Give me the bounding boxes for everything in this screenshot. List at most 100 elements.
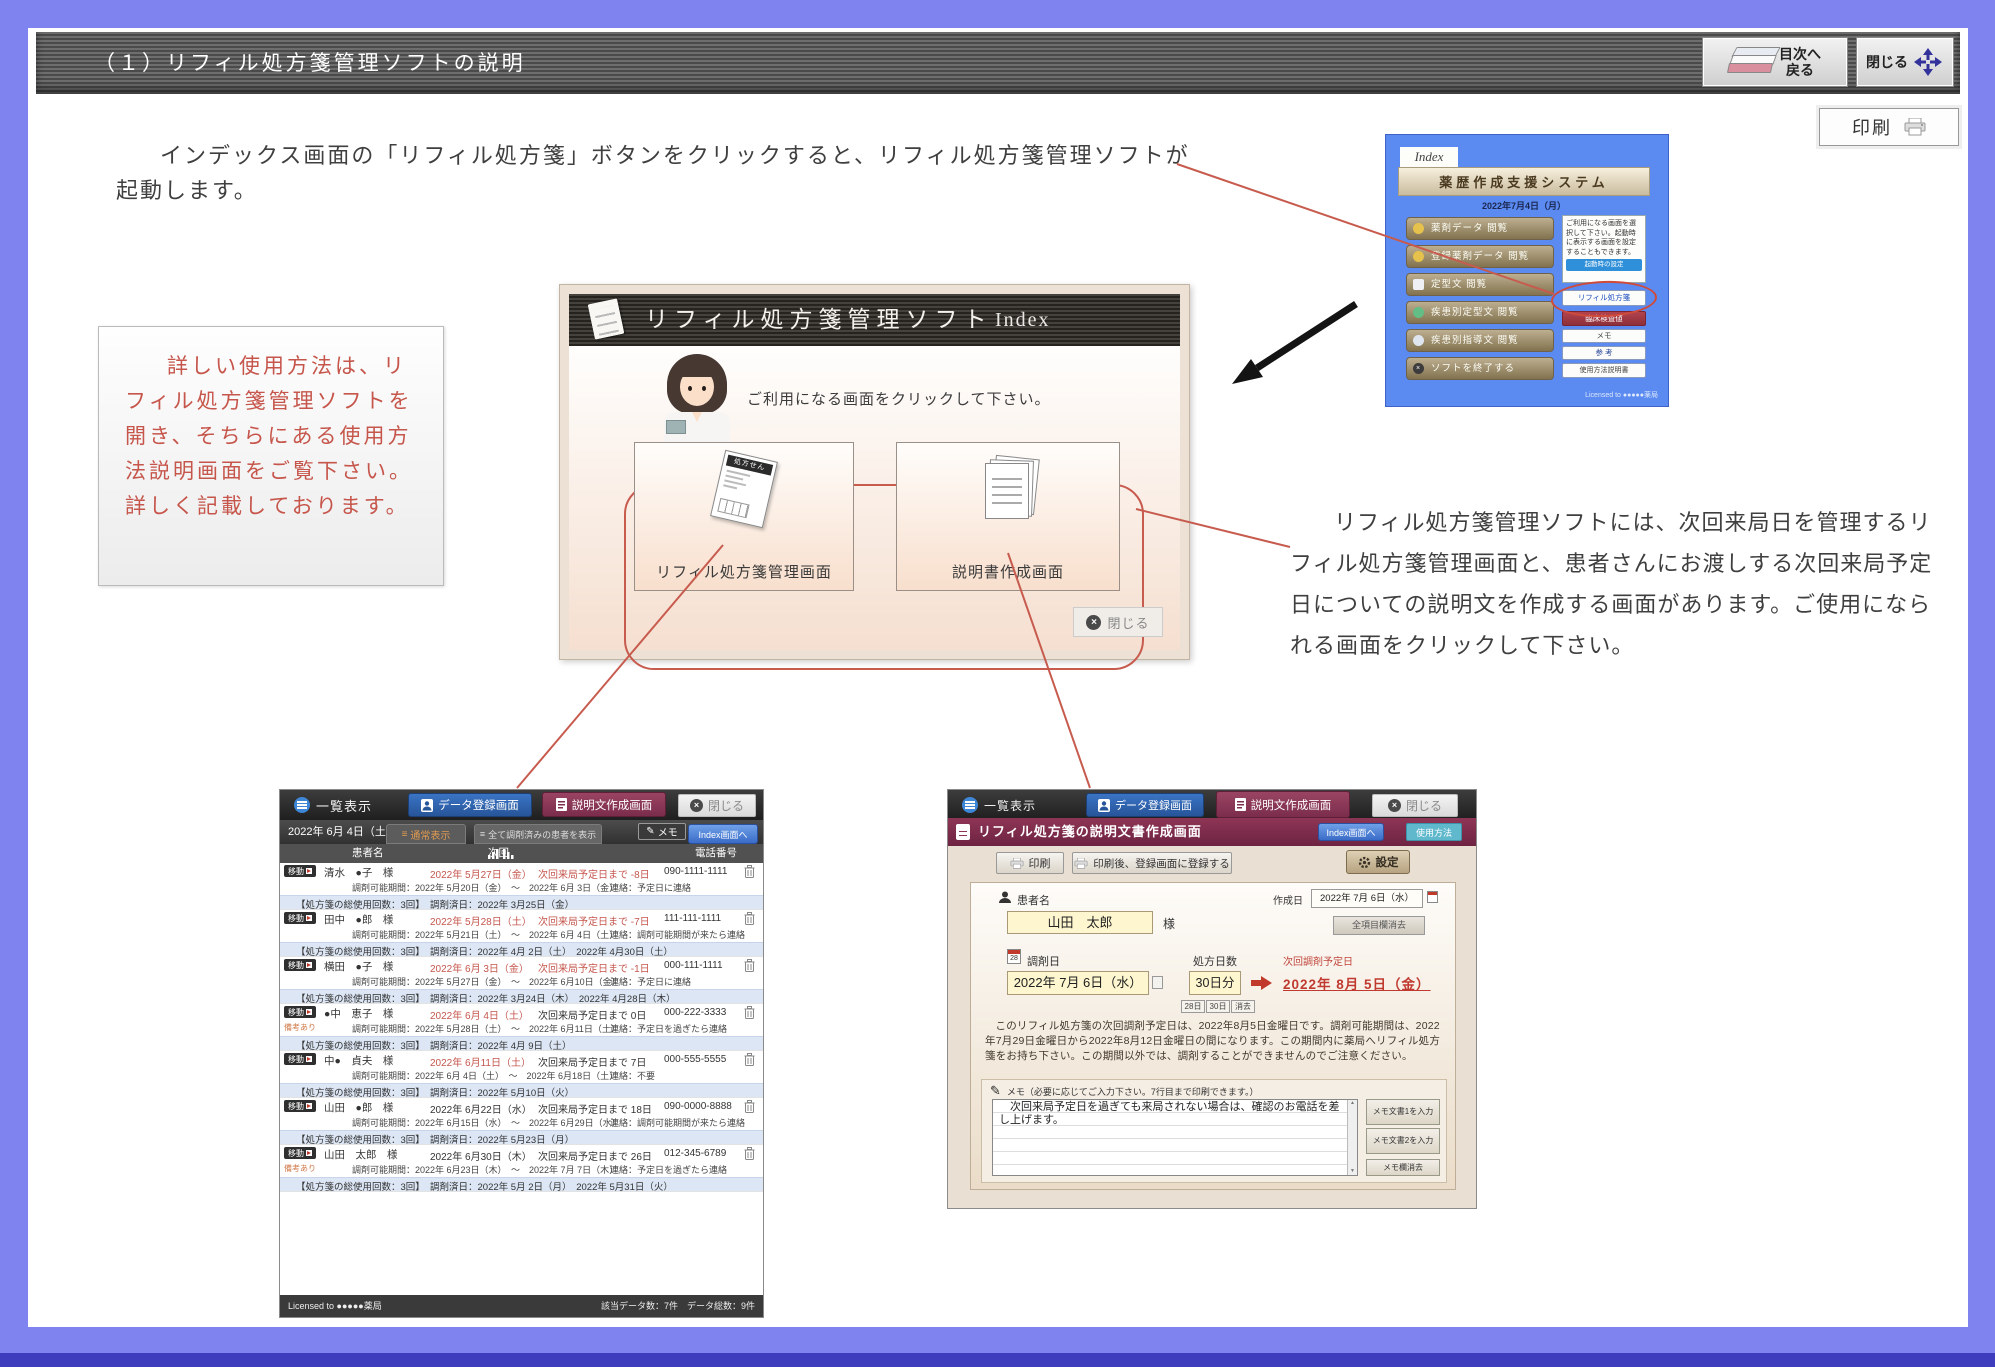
created-date-label: 作成日 [1273, 892, 1303, 907]
tab-list-view[interactable]: 一覧表示 [294, 790, 372, 820]
window-close-label: 閉じる [1107, 613, 1149, 632]
list-memo-button[interactable]: ✎メモ [638, 823, 686, 840]
scroll-down-icon[interactable]: ▼ [1348, 1168, 1357, 1175]
mini-labs-button[interactable]: 臨床検査値 [1562, 311, 1646, 326]
move-button[interactable]: 移動 [284, 912, 316, 924]
startup-settings-button[interactable]: 起動時の設定 [1566, 259, 1642, 271]
memo-doc1-button[interactable]: メモ文書1を入力 [1366, 1099, 1440, 1125]
move-button[interactable]: 移動 [284, 865, 316, 877]
menu-disease-guidance[interactable]: 疾患別指導文 閲覧 [1406, 329, 1554, 352]
dispense-period: 調剤可能期間：2022年 5月20日（金） ～ 2022年 6月 3日（金） [352, 881, 618, 894]
move-button[interactable]: 移動 [284, 1053, 316, 1065]
refill-manage-screen-label: リフィル処方箋管理画面 [635, 561, 853, 582]
phone-number: 000-111-1111 [664, 960, 723, 971]
days-until-visit: 次回来局予定日まで -7日 [538, 913, 650, 928]
days-until-visit: 次回来局予定日まで -1日 [538, 960, 650, 975]
days-until-visit: 次回来局予定日まで 0日 [538, 1007, 646, 1022]
created-date-field[interactable]: 2022年 7月 6日（水） [1311, 889, 1423, 908]
refill-window-index-label: Index [995, 294, 1051, 346]
menu-disease-phrases[interactable]: 疾患別定型文 閲覧 [1406, 301, 1554, 324]
days-until-visit: 次回来局予定日まで 26日 [538, 1148, 652, 1163]
next-dispense-value[interactable]: 2022年 8月 5日（金） [1283, 973, 1431, 993]
tab-data-register[interactable]: データ登録画面 [1086, 793, 1204, 817]
move-arrow-icon [306, 1103, 312, 1109]
tab-doc-create-active[interactable]: 説明文作成画面 [1216, 791, 1350, 818]
memo-doc2-button[interactable]: メモ文書2を入力 [1366, 1128, 1440, 1154]
days-until-visit: 次回来局予定日まで 18日 [538, 1101, 652, 1116]
header-close-button[interactable]: 閉じる [1856, 37, 1954, 87]
docgen-form-panel: 患者名 山田 太郎 様 作成日 2022年 7月 6日（水） 全項目欄消去 28… [970, 882, 1456, 1190]
docgen-usage-button[interactable]: 使用方法 [1406, 823, 1462, 841]
doc-icon [1413, 279, 1424, 290]
menu-fixed-phrases[interactable]: 定型文 閲覧 [1406, 273, 1554, 296]
window-close-button[interactable]: × 閉じる [1073, 607, 1163, 637]
dispense-date-field[interactable]: 2022年 7月 6日（水） [1007, 971, 1149, 995]
dispensed-dates: 調剤済日：2022年 4月 9日（土） [430, 1038, 571, 1052]
quick-clear-button[interactable]: 消去 [1231, 1000, 1255, 1013]
move-button[interactable]: 移動 [284, 1147, 316, 1159]
date-picker-icon[interactable] [1152, 976, 1163, 989]
pencil-icon: ✎ [646, 826, 654, 837]
view-normal-tab[interactable]: ≡通常表示 [386, 824, 466, 844]
tab-doc-create[interactable]: 説明文作成画面 [542, 792, 666, 817]
docgen-close-button[interactable]: × 閉じる [1372, 794, 1458, 817]
docgen-print-register-button[interactable]: 印刷後、登録画面に登録する [1072, 852, 1232, 874]
menu-exit-software[interactable]: ×ソフトを終了する [1406, 357, 1554, 380]
usage-note-box: 詳しい使用方法は、リフィル処方箋管理ソフトを開き、そちらにある使用方法説明画面を… [98, 326, 444, 586]
header-bar: （１）リフィル処方箋管理ソフトの説明 目次へ戻る 閉じる [36, 32, 1960, 94]
usage-count: 【処方箋の総使用回数：3回】 [296, 1085, 425, 1099]
patient-row: 移動 備考あり 田中 ●郎 様 2022年 5月28日（土） 次回来局予定日まで… [280, 910, 763, 957]
dispensed-dates: 調剤済日：2022年 4月 2日（土） 2022年 4月30日（土） [430, 944, 673, 958]
mini-usage-button[interactable]: 使用方法説明書 [1562, 363, 1646, 378]
gear-icon [1358, 856, 1371, 869]
doc-create-screen-label: 説明書作成画面 [897, 561, 1119, 582]
quick-28-button[interactable]: 28日 [1181, 1000, 1205, 1013]
patient-name: 中● 貞夫 様 [324, 1053, 393, 1068]
mini-refill-button[interactable]: リフィル処方箋 [1562, 290, 1646, 306]
menu-lines-icon: ≡ [402, 829, 408, 840]
phone-number: 111-111-1111 [664, 913, 721, 924]
dispensed-dates: 調剤済日：2022年 3月24日（木） 2022年 4月28日（木） [430, 991, 676, 1005]
next-dispense-date: 2022年 6月11日（土） [430, 1054, 531, 1069]
scroll-up-icon[interactable]: ▲ [1350, 1100, 1355, 1106]
print-button[interactable]: 印刷 [1819, 108, 1959, 146]
calendar-icon[interactable] [1427, 891, 1438, 903]
papers-icon [985, 457, 1037, 521]
memo-textarea[interactable]: 次回来局予定日を過ぎても来局されない場合は、確認のお電話を差し上げます。 ▲ ▼ [992, 1099, 1358, 1176]
patient-name: 山田 太郎 様 [324, 1147, 398, 1162]
mini-index-tab: Index [1400, 147, 1458, 167]
patient-name-field[interactable]: 山田 太郎 [1007, 911, 1153, 934]
refill-manage-screen-button[interactable]: 処方せん リフィル処方箋管理画面 [634, 442, 854, 591]
red-arrow-icon [1251, 976, 1273, 990]
view-all-dispensed-tab[interactable]: ≡全て調剤済みの患者を表示 [474, 824, 602, 844]
days-label: 処方日数 [1193, 953, 1237, 969]
usage-count: 【処方箋の総使用回数：3回】 [296, 1132, 425, 1146]
menu-drug-data[interactable]: 薬剤データ 閲覧 [1406, 217, 1554, 240]
move-button[interactable]: 移動 [284, 959, 316, 971]
docgen-print-button[interactable]: 印刷 [996, 852, 1064, 874]
quick-30-button[interactable]: 30日 [1206, 1000, 1230, 1013]
mini-reference-button[interactable]: 参 考 [1562, 346, 1646, 360]
usage-note-text: 詳しい使用方法は、リフィル処方箋管理ソフトを開き、そちらにある使用方法説明画面を… [125, 349, 417, 524]
memo-clear-button[interactable]: メモ欄消去 [1366, 1159, 1440, 1176]
scrollbar[interactable]: ▲ ▼ [1347, 1100, 1357, 1175]
mini-memo-button[interactable]: メモ [1562, 329, 1646, 343]
menu-registered-drug-data[interactable]: 登録薬剤データ 閲覧 [1406, 245, 1554, 268]
tab-data-register[interactable]: データ登録画面 [408, 793, 532, 817]
list-index-button[interactable]: Index画面へ [688, 824, 758, 844]
docgen-index-button[interactable]: Index画面へ [1318, 823, 1384, 841]
clear-all-button[interactable]: 全項目欄消去 [1333, 916, 1425, 935]
page-content: （１）リフィル処方箋管理ソフトの説明 目次へ戻る 閉じる 印刷 [28, 28, 1968, 1327]
move-button[interactable]: 移動 [284, 1006, 316, 1018]
tab-list-view[interactable]: 一覧表示 [962, 790, 1036, 820]
settings-button[interactable]: 設定 [1346, 850, 1410, 874]
col-next-date[interactable]: 次回調剤予定日 [488, 844, 514, 863]
list-icon [294, 797, 310, 813]
usage-count: 【処方箋の総使用回数：3回】 [296, 897, 425, 911]
list-close-button[interactable]: × 閉じる [678, 794, 756, 817]
move-button[interactable]: 移動 [284, 1100, 316, 1112]
coin-icon [1413, 223, 1424, 234]
doc-create-screen-button[interactable]: 説明書作成画面 [896, 442, 1120, 591]
days-field[interactable]: 30日分 [1189, 971, 1241, 995]
toc-button[interactable]: 目次へ戻る [1702, 37, 1848, 87]
